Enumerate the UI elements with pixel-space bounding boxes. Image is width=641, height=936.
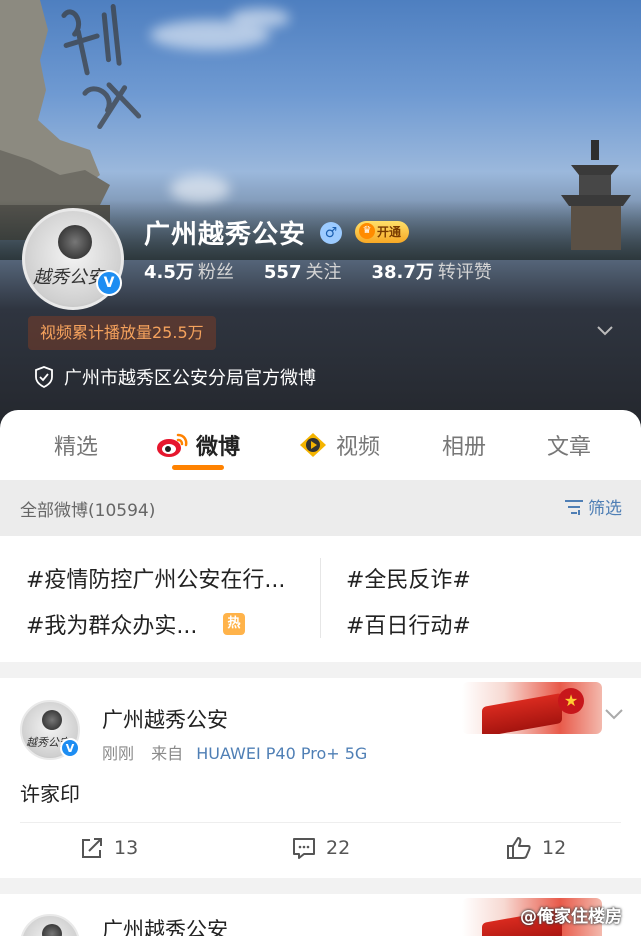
post-device[interactable]: HUAWEI P40 Pro+ 5G	[196, 744, 367, 763]
cloud	[230, 8, 290, 28]
all-posts-count[interactable]: 全部微博(10594)	[20, 496, 155, 521]
like-count: 12	[542, 837, 567, 859]
stat-following[interactable]: 557 关注	[264, 258, 342, 284]
repost-icon	[82, 838, 102, 858]
active-tab-indicator	[172, 465, 224, 470]
post-author[interactable]: 广州越秀公安	[102, 914, 228, 936]
topic-item[interactable]: #全民反诈#	[346, 562, 471, 594]
post-time: 刚刚	[102, 744, 135, 763]
post-author[interactable]: 广州越秀公安	[102, 704, 228, 734]
tab-label: 视频	[336, 435, 381, 460]
thumbs-up-icon	[507, 837, 531, 859]
topic-item[interactable]: #百日行动#	[346, 608, 471, 640]
post-source-prefix: 来自	[151, 744, 184, 763]
repost-count: 13	[114, 837, 139, 859]
stat-value: 4.5万	[144, 262, 194, 283]
vip-badge-label: 开通	[377, 225, 402, 239]
tab-label: 文章	[547, 435, 592, 460]
crown-icon: ♛	[359, 223, 375, 239]
topic-item[interactable]: #我为群众办实...	[26, 608, 197, 640]
verified-v-icon: V	[96, 270, 122, 296]
avatar-signature: 越秀公安	[33, 267, 105, 288]
filter-label: 筛选	[588, 499, 622, 519]
stat-followers[interactable]: 4.5万 粉丝	[144, 258, 234, 284]
watermark: @俺家住楼房	[520, 907, 622, 927]
tab-label: 微博	[196, 435, 241, 460]
festive-decoration: ★	[462, 682, 602, 734]
video-icon	[300, 433, 326, 457]
post-divider	[20, 822, 621, 823]
topic-item[interactable]: #疫情防控广州公安在行...	[26, 562, 285, 594]
police-emblem	[42, 710, 62, 730]
police-emblem	[58, 225, 92, 259]
like-button[interactable]: 12	[506, 836, 566, 860]
stat-interactions[interactable]: 38.7万 转评赞	[371, 258, 491, 284]
chevron-down-icon[interactable]	[604, 704, 624, 724]
vip-open-badge[interactable]: ♛ 开通	[355, 221, 410, 243]
tab-articles[interactable]: 文章	[547, 420, 591, 470]
stat-label: 关注	[305, 262, 342, 283]
stat-value: 38.7万	[371, 262, 434, 283]
shield-check-icon	[35, 366, 53, 388]
weibo-icon	[157, 433, 188, 457]
filter-button[interactable]: 筛选	[564, 494, 622, 519]
tab-featured[interactable]: 精选	[54, 420, 98, 470]
profile-header-banner: 越秀公安 V 广州越秀公安 ♂ ♛ 开通 4.5万 粉丝 557 关注 38.7万转…	[0, 0, 641, 430]
tab-label: 精选	[54, 435, 99, 460]
tab-label: 相册	[442, 435, 487, 460]
banner-calligraphy	[53, 0, 162, 147]
comment-icon	[293, 838, 315, 859]
male-icon: ♂	[320, 222, 342, 244]
video-views-pill: 视频累计播放量25.5万	[28, 316, 216, 350]
post-meta: 刚刚 来自 HUAWEI P40 Pro+ 5G	[102, 740, 367, 764]
chevron-down-icon[interactable]	[596, 322, 614, 340]
stat-label: 转评赞	[437, 262, 492, 283]
tab-weibo[interactable]: 微博	[156, 420, 240, 470]
repost-button[interactable]: 13	[80, 836, 138, 860]
police-emblem	[42, 924, 62, 936]
post-text: 许家印	[20, 782, 80, 806]
profile-stats: 4.5万 粉丝 557 关注 38.7万 转评赞	[144, 258, 492, 284]
tower-silhouette	[561, 140, 631, 250]
stat-label: 粉丝	[197, 262, 234, 283]
verification-info: 广州市越秀区公安分局官方微博	[34, 364, 316, 390]
comment-button[interactable]: 22	[292, 836, 350, 860]
stat-value: 557	[263, 262, 302, 283]
cloud	[170, 175, 230, 203]
flag-decoration	[482, 692, 562, 734]
tab-video[interactable]: 视频	[298, 420, 380, 470]
national-emblem-icon: ★	[558, 688, 584, 714]
post-card[interactable]: 越秀公安 V 广州越秀公安 刚刚 来自 HUAWEI P40 Pro+ 5G ★…	[0, 678, 641, 878]
comment-count: 22	[326, 837, 351, 859]
hot-badge: 热	[223, 613, 245, 635]
profile-name: 广州越秀公安	[144, 220, 307, 250]
post-avatar[interactable]	[20, 914, 80, 936]
profile-tabs: 精选 微博 视频 相册 文章	[0, 420, 641, 470]
verification-text: 广州市越秀区公安分局官方微博	[64, 368, 316, 389]
topic-divider	[320, 558, 321, 638]
filter-icon	[565, 499, 583, 515]
filter-bar: 全部微博(10594) 筛选	[0, 480, 641, 536]
tab-album[interactable]: 相册	[442, 420, 486, 470]
topic-grid: #疫情防控广州公安在行... #全民反诈# #我为群众办实... 热 #百日行动…	[0, 536, 641, 662]
verified-v-icon: V	[60, 738, 80, 758]
